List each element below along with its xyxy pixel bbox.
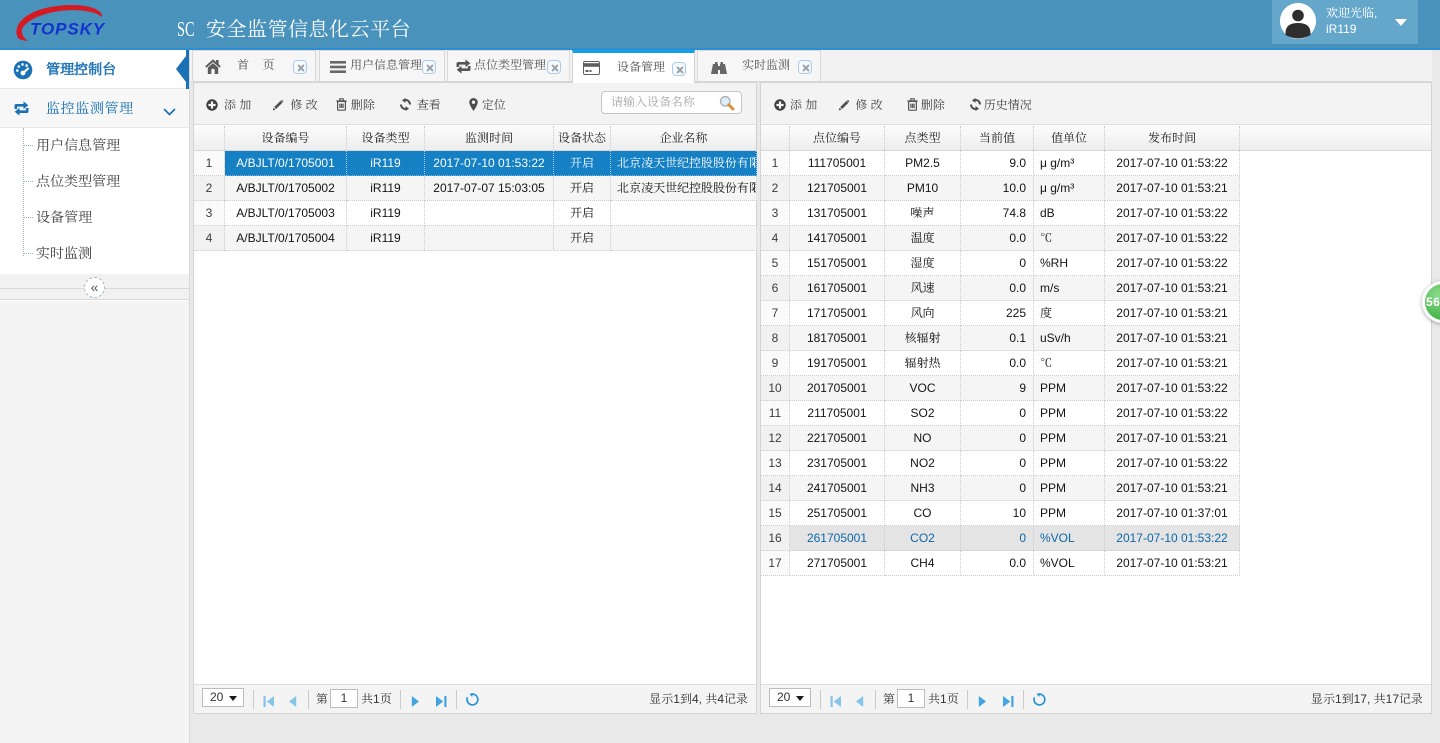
svg-text:TOPSKY: TOPSKY [30,20,106,39]
